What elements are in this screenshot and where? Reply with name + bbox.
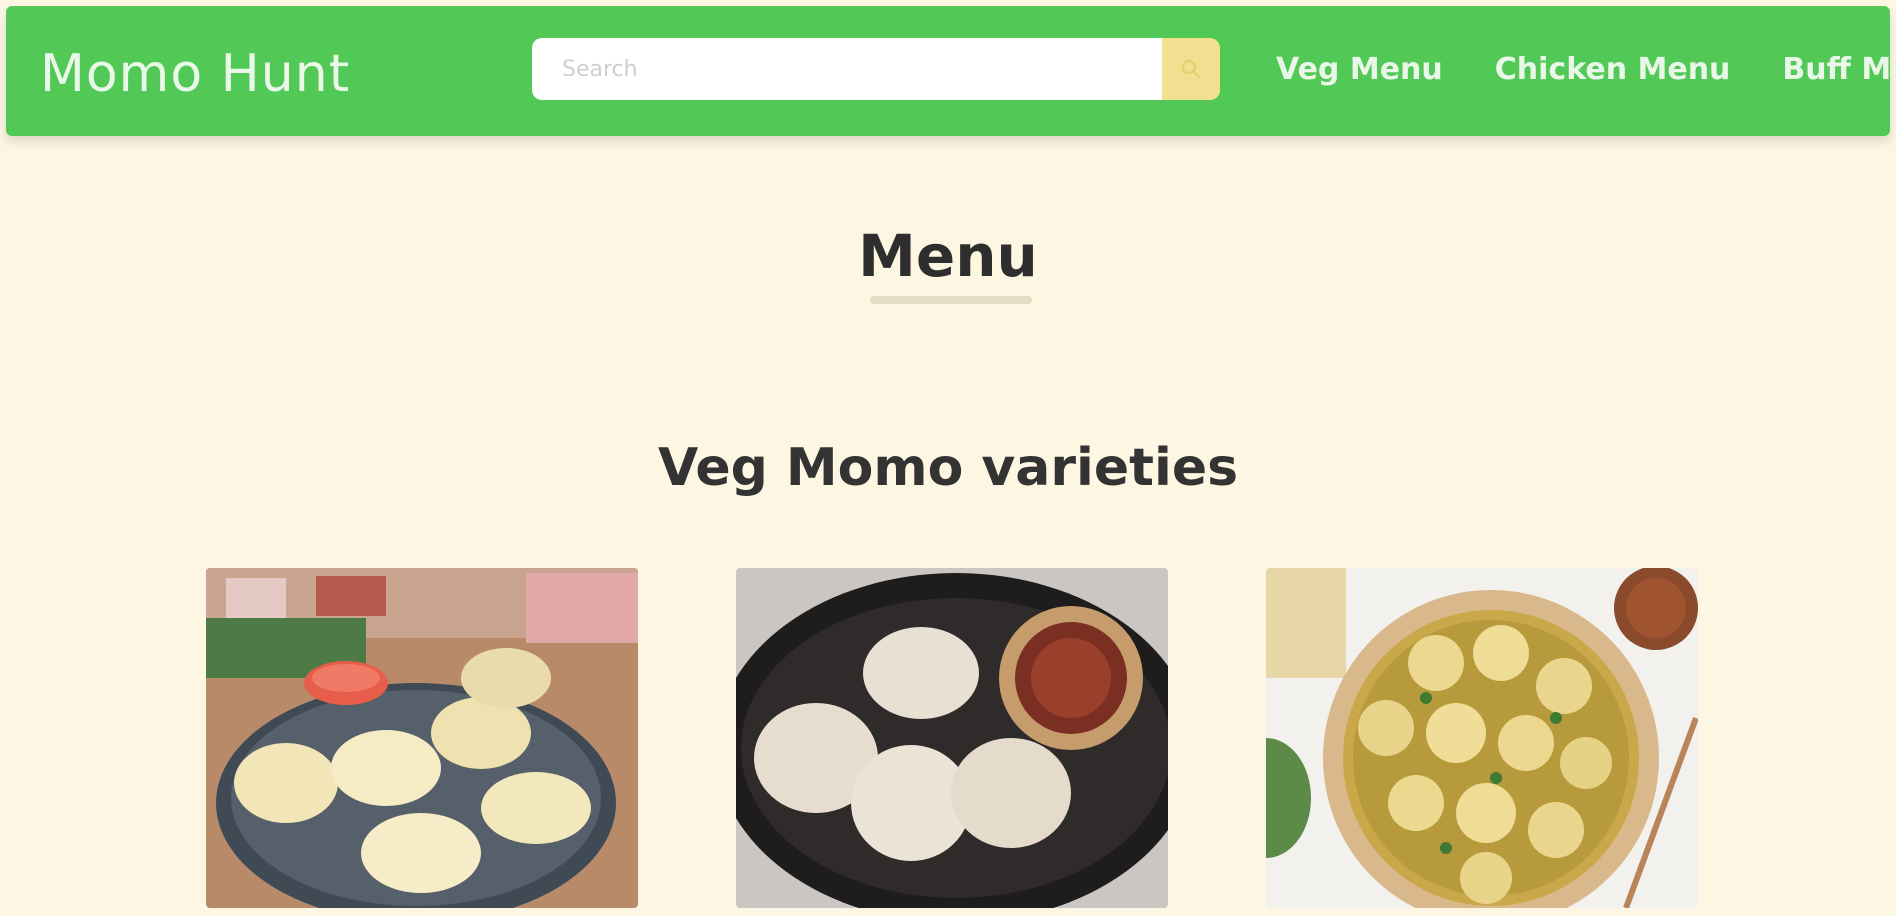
page-title: Menu bbox=[858, 222, 1038, 290]
menu-item-card[interactable] bbox=[1266, 568, 1698, 908]
menu-item-card[interactable] bbox=[736, 568, 1168, 908]
brand-logo[interactable]: Momo Hunt bbox=[40, 44, 350, 104]
nav-link-veg-menu[interactable]: Veg Menu bbox=[1276, 52, 1443, 87]
search-input[interactable] bbox=[532, 38, 1162, 100]
nav-link-chicken-menu[interactable]: Chicken Menu bbox=[1495, 52, 1731, 87]
navbar: Momo Hunt Veg Menu Chicken Menu Buff Men… bbox=[6, 6, 1896, 136]
momo-plate-image bbox=[206, 568, 638, 908]
title-underline bbox=[870, 296, 1032, 304]
section-title-veg: Veg Momo varieties bbox=[657, 438, 1239, 498]
nav-links: Veg Menu Chicken Menu Buff Menu bbox=[1276, 52, 1896, 87]
jhol-momo-image bbox=[1266, 568, 1698, 908]
page: Momo Hunt Veg Menu Chicken Menu Buff Men… bbox=[0, 0, 1896, 916]
search-form bbox=[532, 38, 1222, 100]
search-button[interactable] bbox=[1162, 38, 1220, 100]
fried-momo-image bbox=[736, 568, 1168, 908]
nav-link-buff-menu[interactable]: Buff Menu bbox=[1782, 52, 1896, 87]
search-icon bbox=[1181, 59, 1201, 79]
menu-item-card[interactable] bbox=[206, 568, 638, 908]
